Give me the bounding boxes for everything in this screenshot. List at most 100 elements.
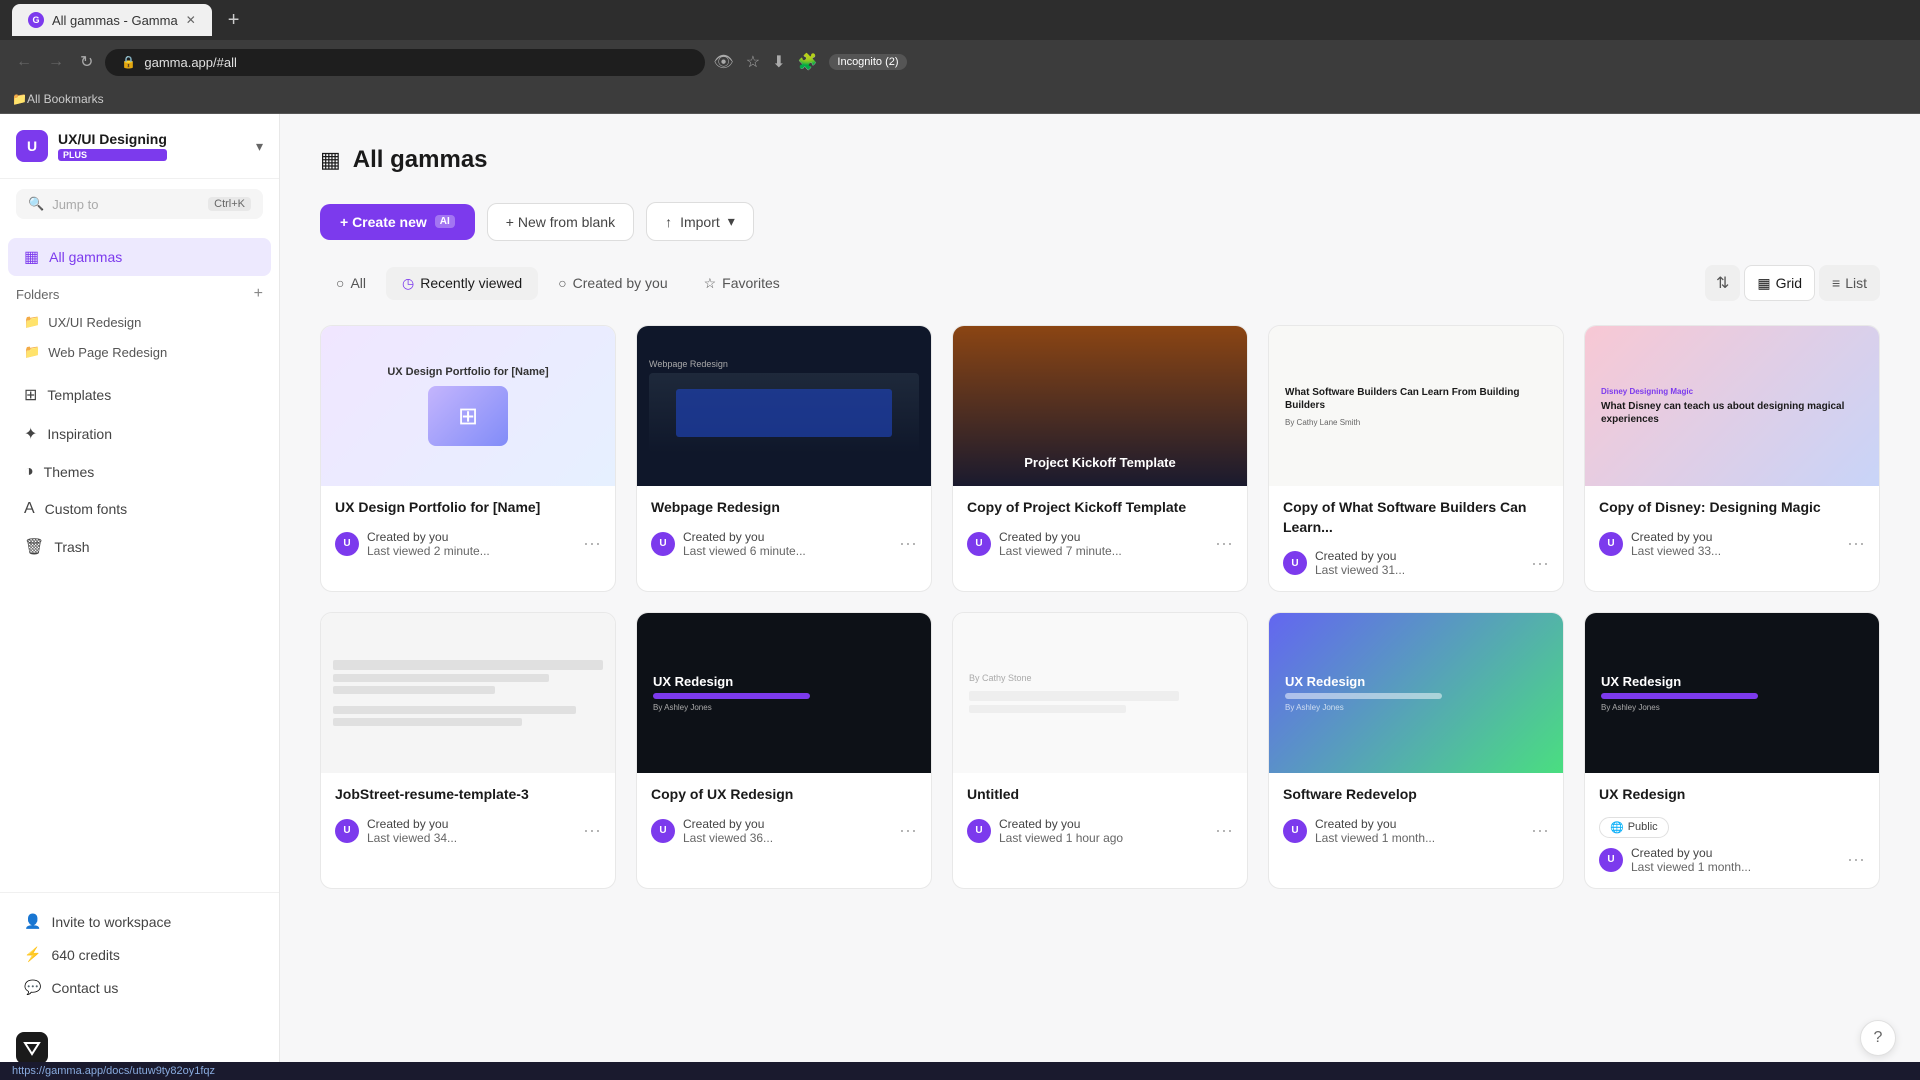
card-body: Copy of What Software Builders Can Learn… [1269,486,1563,591]
card-more-button[interactable]: ··· [899,533,917,554]
card-more-button[interactable]: ··· [899,820,917,841]
sidebar-item-templates[interactable]: ⊞ Templates [8,376,271,414]
sidebar-item-all-gammas[interactable]: ▦ All gammas [8,238,271,276]
creator: Created by you [683,817,891,831]
sidebar-item-custom-fonts[interactable]: A Custom fonts [8,491,271,527]
folder-label: Web Page Redesign [48,345,167,360]
download-icon[interactable]: ⬇ [772,52,785,72]
card-ux-portfolio[interactable]: UX Design Portfolio for [Name] ⊞ UX Desi… [320,325,616,592]
card-meta: U Created by you Last viewed 1 month... … [1599,846,1865,874]
card-thumbnail [321,613,615,773]
card-more-button[interactable]: ··· [1215,820,1233,841]
import-button[interactable]: ↑ Import ▾ [646,202,754,241]
bookmarks-icon: 📁 [12,92,27,106]
created-label: Created by you [573,275,668,291]
card-disney[interactable]: Disney Designing Magic What Disney can t… [1584,325,1880,592]
avatar: U [1599,848,1623,872]
card-body: Untitled U Created by you Last viewed 1 … [953,773,1247,859]
card-meta: U Created by you Last viewed 31... ··· [1283,549,1549,577]
new-from-blank-button[interactable]: + New from blank [487,203,634,241]
card-thumbnail: Webpage Redesign [637,326,931,486]
invite-icon: 👤 [24,913,41,930]
browser-tab[interactable]: G All gammas - Gamma ✕ [12,4,212,36]
thumb-content [321,613,615,773]
page-title-icon: ▦ [320,147,341,173]
card-meta: U Created by you Last viewed 7 minute...… [967,530,1233,558]
card-thumbnail: By Cathy Stone [953,613,1247,773]
footer-item-credits[interactable]: ⚡ 640 credits [16,938,263,971]
new-tab-button[interactable]: + [228,9,240,32]
nav-icons: 👁 ☆ ⬇ 🧩 Incognito (2) [713,52,906,72]
forward-button[interactable]: → [44,49,68,75]
filter-tab-favorites[interactable]: ☆ Favorites [688,267,796,300]
card-software-redevelop[interactable]: UX Redesign By Ashley Jones Software Red… [1268,612,1564,889]
creator: Created by you [1315,817,1523,831]
sidebar-search[interactable]: 🔍 Jump to Ctrl+K [0,179,279,229]
folder-label: UX/UI Redesign [48,315,141,330]
address-bar[interactable]: 🔒 gamma.app/#all [105,49,705,76]
card-jobstreet[interactable]: JobStreet-resume-template-3 U Created by… [320,612,616,889]
eye-slash-icon: 👁 [713,52,733,72]
card-meta-text: Created by you Last viewed 2 minute... [367,530,575,558]
card-more-button[interactable]: ··· [583,533,601,554]
all-tab-icon: ○ [336,275,344,291]
add-folder-button[interactable]: + [254,285,263,303]
page-header: ▦ All gammas [320,146,1880,174]
sidebar-item-themes[interactable]: ◑ Themes [8,454,271,490]
creator: Created by you [367,530,575,544]
sidebar-item-trash[interactable]: 🗑 Trash [8,528,271,566]
card-body: Software Redevelop U Created by you Last… [1269,773,1563,859]
workspace-dropdown-icon[interactable]: ▾ [256,138,263,155]
card-more-button[interactable]: ··· [1531,553,1549,574]
footer-item-contact[interactable]: 💬 Contact us [16,971,263,1004]
sidebar-item-label: Inspiration [47,426,112,442]
browser-titlebar: G All gammas - Gamma ✕ + [0,0,1920,40]
star-icon[interactable]: ☆ [746,52,760,72]
filter-tab-recently-viewed[interactable]: ◷ Recently viewed [386,267,538,300]
card-title: Copy of UX Redesign [651,785,917,805]
footer-item-invite[interactable]: 👤 Invite to workspace [16,905,263,938]
card-thumbnail: UX Redesign By Ashley Jones [1585,613,1879,773]
sort-button[interactable]: ⇅ [1705,265,1740,301]
gamma-logo [16,1032,48,1064]
sidebar-item-label: Templates [47,387,111,403]
folders-section: Folders + 📁 UX/UI Redesign 📁 Web Page Re… [0,277,279,375]
grid-view-button[interactable]: ▦ Grid [1744,265,1815,301]
tab-close-button[interactable]: ✕ [186,13,196,27]
card-webpage-redesign[interactable]: Webpage Redesign Webpage Redesign U Crea… [636,325,932,592]
search-placeholder: Jump to [52,197,98,212]
extension-icon[interactable]: 🧩 [797,52,817,72]
sidebar-item-label: All gammas [49,249,122,265]
reload-button[interactable]: ↻ [76,48,97,76]
thumb-content: UX Redesign By Ashley Jones [1269,613,1563,773]
filter-tab-all[interactable]: ○ All [320,267,382,299]
workspace-info[interactable]: U UX/UI Designing PLUS [16,130,167,162]
card-software-builders[interactable]: What Software Builders Can Learn From Bu… [1268,325,1564,592]
custom-fonts-icon: A [24,500,35,518]
card-untitled[interactable]: By Cathy Stone Untitled U Created by you… [952,612,1248,889]
card-more-button[interactable]: ··· [1215,533,1233,554]
app-wrapper: U UX/UI Designing PLUS ▾ 🔍 Jump to Ctrl+… [0,114,1920,1080]
create-new-button[interactable]: + Create new AI [320,204,475,240]
help-button[interactable]: ? [1860,1020,1896,1056]
folder-item-webpage[interactable]: 📁 Web Page Redesign [16,337,263,367]
card-more-button[interactable]: ··· [583,820,601,841]
card-ux-redesign-copy[interactable]: UX Redesign By Ashley Jones Copy of UX R… [636,612,932,889]
card-project-kickoff[interactable]: Project Kickoff Template Copy of Project… [952,325,1248,592]
search-icon: 🔍 [28,196,44,212]
list-view-button[interactable]: ≡ List [1819,265,1880,301]
card-ux-redesign[interactable]: UX Redesign By Ashley Jones UX Redesign … [1584,612,1880,889]
card-body: Webpage Redesign U Created by you Last v… [637,486,931,572]
back-button[interactable]: ← [12,49,36,75]
favorites-icon: ☆ [704,275,717,292]
card-more-button[interactable]: ··· [1531,820,1549,841]
filter-tab-created-by-you[interactable]: ○ Created by you [542,267,683,299]
folder-item-uxui[interactable]: 📁 UX/UI Redesign [16,307,263,337]
card-more-button[interactable]: ··· [1847,849,1865,870]
sidebar-item-inspiration[interactable]: ✦ Inspiration [8,415,271,453]
search-box[interactable]: 🔍 Jump to Ctrl+K [16,189,263,219]
favorites-label: Favorites [722,275,780,291]
card-more-button[interactable]: ··· [1847,533,1865,554]
card-thumbnail: UX Redesign By Ashley Jones [637,613,931,773]
avatar: U [1283,551,1307,575]
